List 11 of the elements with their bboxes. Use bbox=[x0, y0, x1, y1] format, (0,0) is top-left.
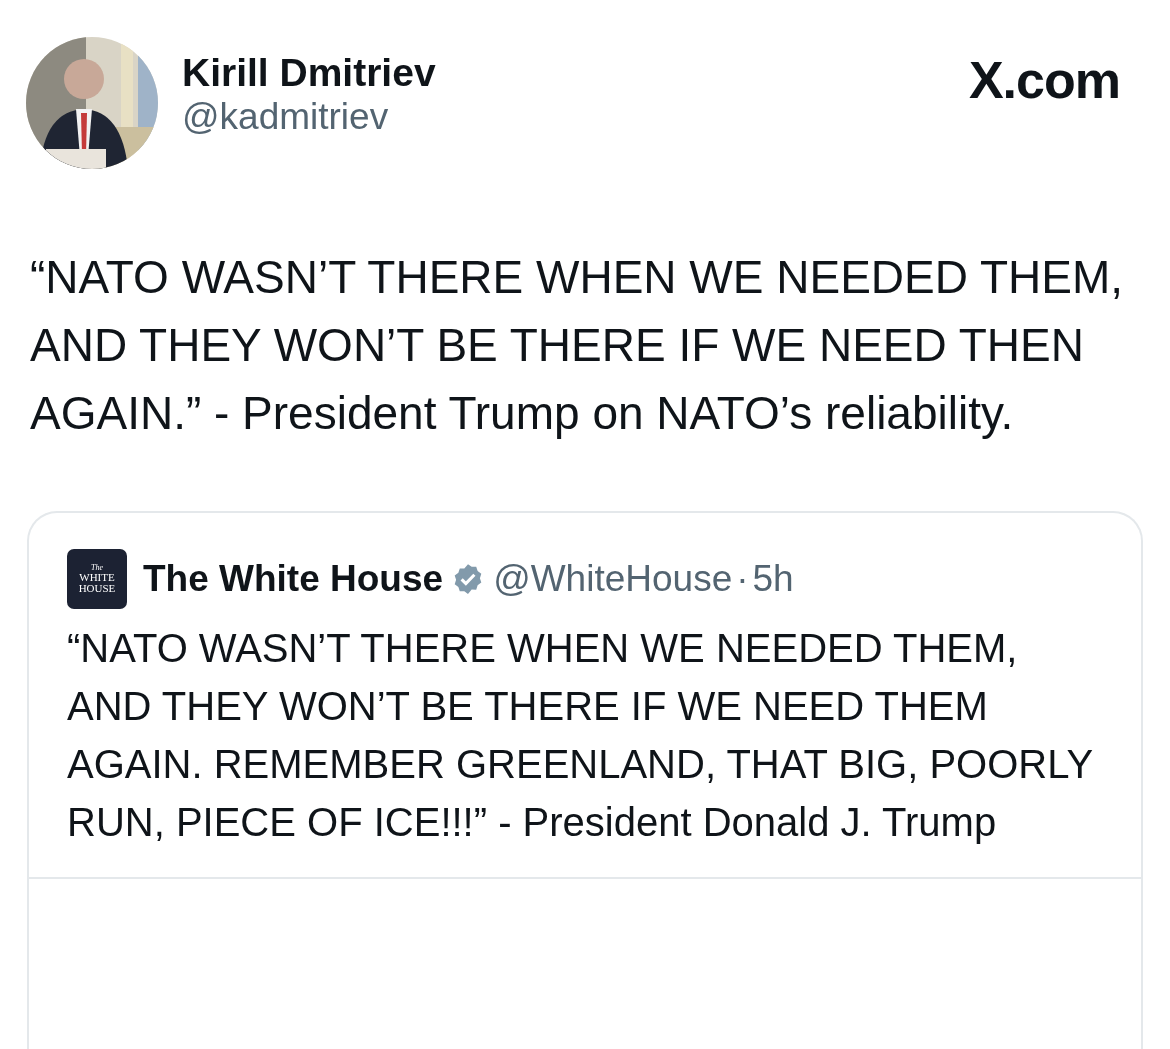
author-name[interactable]: Kirill Dmitriev bbox=[182, 51, 969, 96]
quoted-post-text: “NATO WASN’T THERE WHEN WE NEEDED THEM, AND THEY WON’T BE THERE IF WE NEED THEM AGAIN. REMEMBER GREENLAND, THAT BIG, POORLY RUN, PIECE OF ICE!!!” - President Donald J. Trump bbox=[67, 625, 1094, 846]
account-logo: The WHITE HOUSE bbox=[67, 549, 127, 609]
quoted-author-name[interactable]: The White House bbox=[143, 551, 444, 607]
post-text: “NATO WASN’T THERE WHEN WE NEEDED THEM, AND THEY WON’T BE THERE IF WE NEED THEN AGAIN.” - President Trump on NATO’s reliability. bbox=[30, 250, 1124, 441]
quoted-author-handle[interactable]: @WhiteHouse bbox=[493, 551, 733, 607]
separator-dot: · bbox=[736, 557, 749, 602]
quoted-post-card[interactable] bbox=[27, 511, 1143, 1049]
post-time: 5h bbox=[752, 557, 794, 602]
author-handle[interactable]: @kadmitriev bbox=[182, 95, 969, 139]
source-label: X.com bbox=[968, 50, 1120, 111]
